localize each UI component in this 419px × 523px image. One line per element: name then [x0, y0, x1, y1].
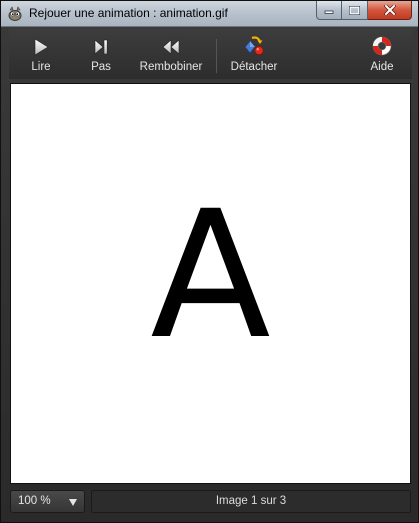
toolbar-separator — [216, 39, 217, 73]
caption-buttons — [316, 1, 412, 21]
gimp-icon[interactable] — [7, 6, 23, 22]
step-button[interactable]: Pas — [75, 29, 127, 79]
play-button[interactable]: Lire — [13, 29, 69, 79]
status-bar: 100 % Image 1 sur 3 — [9, 489, 412, 514]
playback-toolbar: Lire Pas Rembobiner Détacher Aide — [9, 29, 412, 79]
step-forward-icon — [94, 39, 108, 55]
frame-counter: Image 1 sur 3 — [91, 490, 411, 513]
chevron-down-icon — [69, 499, 77, 506]
title-bar[interactable]: Rejouer une animation : animation.gif — [1, 1, 418, 27]
zoom-value: 100 % — [18, 495, 51, 507]
minimize-button[interactable] — [316, 1, 342, 20]
step-label: Pas — [91, 61, 111, 73]
detach-icon — [244, 36, 264, 56]
rewind-icon — [162, 39, 180, 55]
rewind-label: Rembobiner — [139, 61, 203, 73]
animation-preview[interactable]: A — [10, 83, 411, 484]
close-button[interactable] — [368, 1, 412, 20]
lifebuoy-icon — [372, 36, 392, 56]
play-icon — [34, 38, 49, 56]
zoom-select[interactable]: 100 % — [10, 490, 85, 513]
frame-content: A — [150, 173, 271, 378]
detach-button[interactable]: Détacher — [223, 29, 285, 79]
help-button[interactable]: Aide — [357, 29, 407, 79]
maximize-icon — [349, 5, 360, 15]
detach-label: Détacher — [230, 61, 278, 73]
window-title: Rejouer une animation : animation.gif — [29, 6, 228, 20]
play-label: Lire — [31, 61, 51, 73]
animation-playback-window: Rejouer une animation : animation.gif Li… — [0, 0, 419, 523]
maximize-button[interactable] — [342, 1, 368, 20]
close-icon — [383, 5, 396, 15]
rewind-button[interactable]: Rembobiner — [134, 29, 208, 79]
minimize-icon — [324, 10, 334, 14]
help-label: Aide — [370, 61, 394, 73]
